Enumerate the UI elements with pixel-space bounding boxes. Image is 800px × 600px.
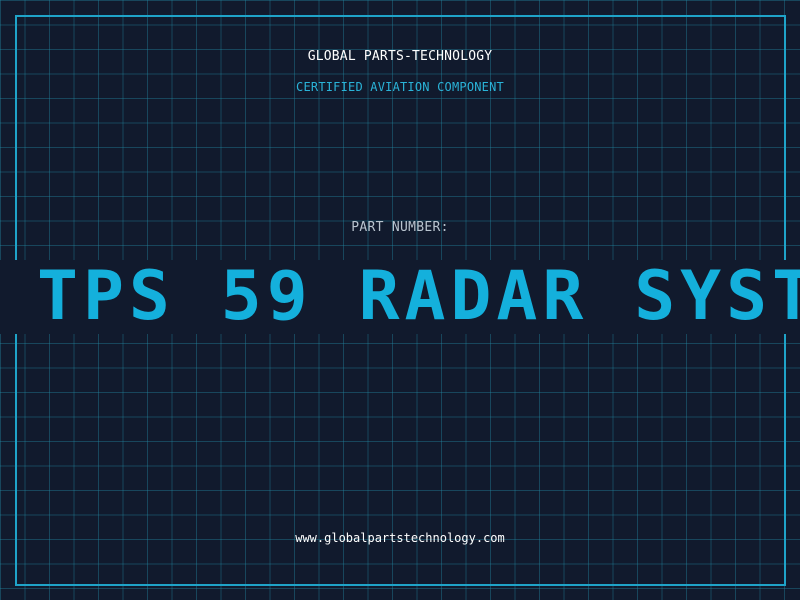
company-name: GLOBAL PARTS-TECHNOLOGY	[307, 49, 493, 64]
website-url: www.globalpartstechnology.com	[295, 531, 505, 545]
blueprint-canvas: GLOBAL PARTS-TECHNOLOGY CERTIFIED AVIATI…	[0, 0, 800, 600]
part-number-value: TPS 59 RADAR SYST	[37, 260, 800, 334]
part-number-label: PART NUMBER:	[351, 220, 449, 235]
certification-subtitle: CERTIFIED AVIATION COMPONENT	[296, 80, 504, 94]
part-number-band: TPS 59 RADAR SYST	[0, 260, 800, 334]
